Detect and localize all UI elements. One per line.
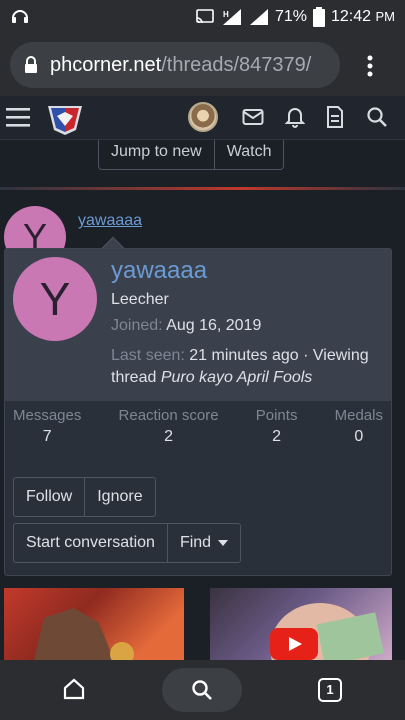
clock: 12:42 PM <box>331 8 395 25</box>
signal-h-icon: H <box>222 9 241 25</box>
signal-icon <box>249 9 268 25</box>
bear-illustration <box>34 608 134 660</box>
post-username-link[interactable]: yawaaaa <box>78 212 142 230</box>
page-content: Jump to new Watch Y yawaaaa Y yawaaaa Le… <box>0 140 405 660</box>
browser-toolbar: phcorner.net/threads/847379/ <box>0 34 405 96</box>
conversation-find-group: Start conversation Find <box>13 523 241 563</box>
stat-reaction-score[interactable]: Reaction score 2 <box>119 407 219 446</box>
site-logo[interactable] <box>46 100 84 136</box>
follow-button[interactable]: Follow <box>14 478 84 516</box>
mail-icon[interactable] <box>242 108 264 126</box>
member-name-link[interactable]: yawaaaa <box>111 257 207 285</box>
bell-icon[interactable] <box>285 106 305 128</box>
member-role: Leecher <box>111 291 169 308</box>
document-icon[interactable] <box>326 106 344 128</box>
thread-button-group: Jump to new Watch <box>98 140 285 170</box>
thumbnail-image-bear[interactable] <box>4 588 184 660</box>
status-bar: H 71% 12:42 PM <box>0 0 405 34</box>
stat-points[interactable]: Points 2 <box>256 407 298 446</box>
bottom-search-button[interactable] <box>162 668 242 712</box>
search-icon[interactable] <box>366 106 388 128</box>
url-host: phcorner.net <box>50 53 162 76</box>
member-tooltip-card: Y yawaaaa Leecher Joined: Aug 16, 2019 L… <box>4 248 392 576</box>
member-avatar[interactable]: Y <box>13 257 97 341</box>
hamburger-menu-icon[interactable] <box>6 106 30 128</box>
battery-icon <box>313 7 325 27</box>
find-dropdown-button[interactable]: Find <box>166 524 240 562</box>
viewing-thread-link[interactable]: Puro kayo April Fools <box>161 369 312 386</box>
browser-bottom-bar: 1 <box>0 660 405 720</box>
user-avatar[interactable] <box>188 102 218 132</box>
jump-to-new-button[interactable]: Jump to new <box>99 140 214 169</box>
member-joined: Joined: Aug 16, 2019 <box>111 317 262 334</box>
browser-menu-icon[interactable] <box>358 54 382 78</box>
cast-icon <box>196 9 214 24</box>
section-divider <box>0 187 405 190</box>
thumbnail-image-video[interactable] <box>210 588 392 660</box>
stat-messages[interactable]: Messages 7 <box>13 407 81 446</box>
headset-icon <box>12 10 28 23</box>
lock-icon <box>25 56 37 73</box>
follow-ignore-group: Follow Ignore <box>13 477 156 517</box>
start-conversation-button[interactable]: Start conversation <box>14 524 167 562</box>
member-last-seen: Last seen: 21 minutes ago · Viewing thre… <box>111 347 369 386</box>
stat-medals[interactable]: Medals 0 <box>335 407 383 446</box>
member-stats: Messages 7 Reaction score 2 Points 2 Med… <box>5 407 391 446</box>
tab-count: 1 <box>326 682 334 697</box>
youtube-play-icon[interactable] <box>270 628 318 660</box>
battery-percent: 71% <box>274 8 307 25</box>
tab-switcher-button[interactable]: 1 <box>318 678 342 702</box>
home-icon[interactable] <box>62 678 86 700</box>
watch-button[interactable]: Watch <box>213 140 284 169</box>
url-path: /threads/847379/ <box>161 53 312 76</box>
ignore-button[interactable]: Ignore <box>84 478 154 516</box>
member-card-header: Y yawaaaa Leecher Joined: Aug 16, 2019 L… <box>5 249 391 401</box>
search-icon <box>192 680 212 700</box>
svg-text:H: H <box>223 10 229 19</box>
address-bar[interactable]: phcorner.net/threads/847379/ <box>10 42 340 88</box>
site-header <box>0 96 405 140</box>
caret-down-icon <box>217 540 228 546</box>
